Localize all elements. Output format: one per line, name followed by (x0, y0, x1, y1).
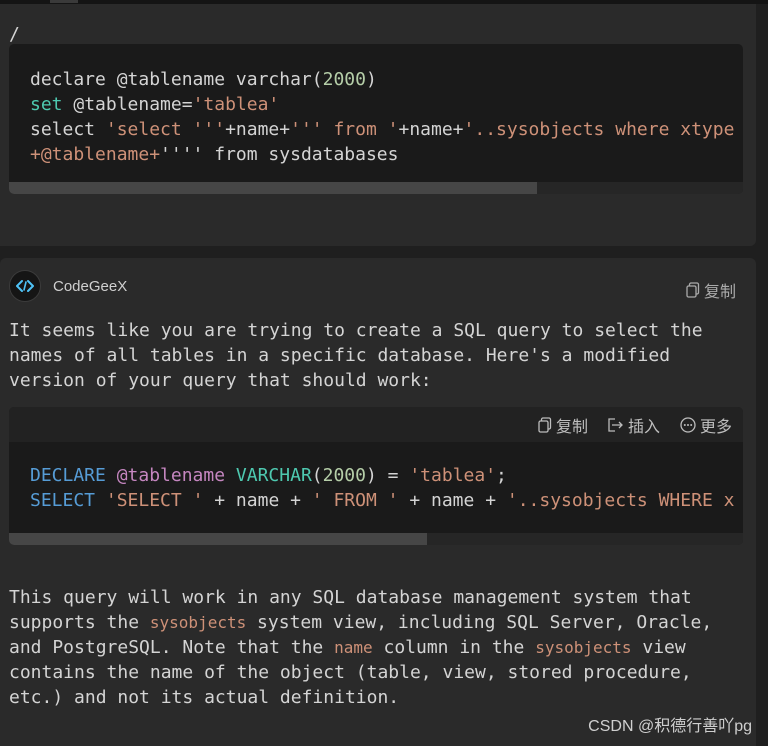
response-outro-text: This query will work in any SQL database… (9, 585, 712, 710)
code-line: declare @tablename varchar(2000) (30, 67, 734, 92)
code-token: sysobjects (535, 638, 632, 657)
code-token: + name + (398, 490, 507, 511)
user-prompt-card: / declare @tablename varchar(2000) set @t… (0, 4, 756, 246)
code-token: '..sysobjects WHERE x (506, 490, 735, 511)
text-line: and PostgreSQL. Note that the name colum… (9, 635, 712, 660)
code-token: + name + (203, 490, 312, 511)
response-card: CodeGeeX 复制 It seems like you are trying… (0, 258, 756, 746)
code-copy-button[interactable]: 复制 (538, 413, 588, 437)
code-token: ''' from ' (290, 119, 399, 140)
watermark: CSDN @积德行善吖pg (588, 718, 752, 735)
response-code-block: 复制 插入 更多 DECLARE @tablename VARCHAR(2000… (9, 407, 743, 545)
text-line: version of your query that should work: (9, 370, 432, 391)
more-icon (680, 416, 696, 433)
code-token: DECLARE (30, 465, 106, 486)
code-token: contains the name of the object (table, … (9, 662, 692, 683)
code-token: system view, including SQL Server, Oracl… (246, 612, 713, 633)
code-token: '..sysobjects where xtype (463, 119, 735, 140)
code-more-button[interactable]: 更多 (680, 413, 732, 437)
code-line: set @tablename='tablea' (30, 92, 734, 117)
code-token: @tablename= (62, 94, 193, 115)
code-token: from sysdatabases (203, 144, 399, 165)
response-code-scrollbar[interactable] (9, 533, 743, 545)
code-line: DECLARE @tablename VARCHAR(2000) = 'tabl… (30, 463, 734, 488)
code-token: declare @tablename varchar( (30, 69, 323, 90)
code-token: supports the (9, 612, 150, 633)
code-more-label: 更多 (699, 418, 732, 436)
code-token: sysobjects (149, 613, 247, 632)
slash-command: / (9, 24, 20, 45)
code-token: This query will work in any SQL database… (9, 587, 692, 608)
prompt-code-scrollbar[interactable] (9, 182, 743, 194)
code-token: ) (365, 69, 377, 90)
code-toolbar: 复制 插入 更多 (9, 407, 743, 442)
prompt-code-block: declare @tablename varchar(2000) set @tab… (9, 44, 743, 194)
code-line: SELECT 'SELECT ' + name + ' FROM ' + nam… (30, 488, 734, 513)
code-token: set (30, 94, 63, 115)
text-line: etc.) and not its actual definition. (9, 685, 712, 710)
scrollbar-thumb[interactable] (9, 533, 428, 545)
code-line: select 'select '''+name+''' from '+name+… (30, 117, 734, 142)
copy-response-button[interactable]: 复制 (686, 278, 736, 302)
copy-label: 复制 (703, 284, 736, 301)
response-intro-text: It seems like you are trying to create a… (9, 318, 703, 393)
code-copy-label: 复制 (555, 418, 588, 436)
copy-icon (686, 282, 700, 298)
prompt-code: declare @tablename varchar(2000) set @tab… (30, 67, 734, 167)
tab-indicator (50, 0, 78, 3)
code-token: column in the (372, 637, 536, 658)
code-token: ; (496, 465, 507, 486)
code-token: +name+ (225, 119, 291, 140)
text-line: contains the name of the object (table, … (9, 660, 712, 685)
copy-icon (538, 416, 552, 433)
code-token: '''' (160, 144, 204, 165)
code-token: 'tablea' (409, 465, 497, 486)
scrollbar-thumb[interactable] (9, 182, 538, 194)
code-line: +@tablename+'''' from sysdatabases (30, 142, 734, 167)
text-line: This query will work in any SQL database… (9, 585, 712, 610)
code-token: 'SELECT ' (105, 490, 204, 511)
response-code: DECLARE @tablename VARCHAR(2000) = 'tabl… (30, 463, 734, 513)
code-insert-label: 插入 (627, 418, 660, 436)
codegeex-avatar (9, 270, 41, 302)
author-name: CodeGeeX (53, 278, 128, 295)
code-token: name (334, 638, 373, 657)
code-token: @tablename (116, 465, 226, 486)
code-token: ( (311, 465, 323, 486)
code-token: +@tablename+ (30, 144, 161, 165)
code-token: SELECT (30, 490, 96, 511)
code-token: VARCHAR (235, 465, 312, 486)
code-token: view (631, 637, 686, 658)
text-line: supports the sysobjects system view, inc… (9, 610, 712, 635)
text-line: It seems like you are trying to create a… (9, 320, 703, 341)
code-token: 2000 (322, 465, 366, 486)
code-token: 'select ''' (105, 119, 226, 140)
code-token: 'tablea' (192, 94, 280, 115)
insert-icon (608, 417, 623, 432)
text-line: names of all tables in a specific databa… (9, 345, 671, 366)
code-token: and PostgreSQL. Note that the (9, 637, 335, 658)
code-token: ) = (365, 465, 410, 486)
code-token: ' FROM ' (311, 490, 399, 511)
code-token: select (30, 119, 106, 140)
code-token: etc.) and not its actual definition. (9, 687, 400, 708)
code-token: 2000 (322, 69, 366, 90)
code-token: +name+ (398, 119, 464, 140)
code-insert-button[interactable]: 插入 (608, 413, 660, 437)
code-logo-icon (16, 280, 34, 292)
